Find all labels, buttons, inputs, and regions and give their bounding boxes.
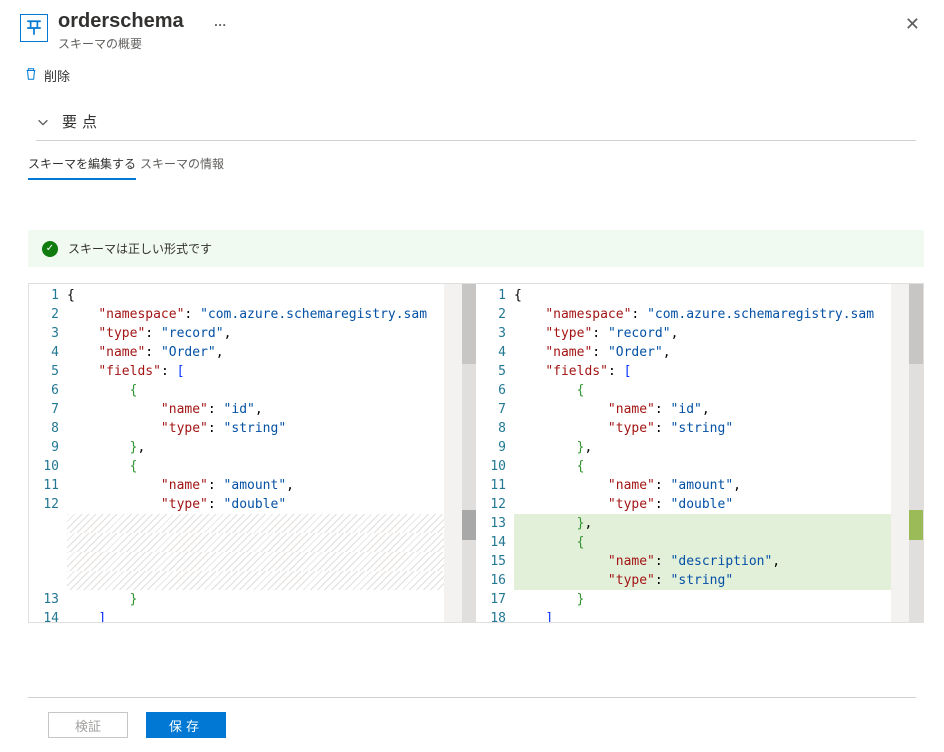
- validation-status: ✓ スキーマは正しい形式です: [28, 230, 924, 267]
- code-area[interactable]: { "namespace": "com.azure.schemaregistry…: [514, 284, 891, 622]
- line-gutter: 123456789101112131415161718: [476, 284, 514, 622]
- code-area[interactable]: { "namespace": "com.azure.schemaregistry…: [67, 284, 444, 622]
- minimap[interactable]: [444, 284, 462, 622]
- panel-subtitle: スキーマの概要: [58, 35, 901, 52]
- tab-edit-schema[interactable]: スキーマを編集する: [28, 149, 136, 180]
- section-header[interactable]: 要点: [36, 93, 916, 141]
- scrollbar-thumb[interactable]: [909, 284, 923, 364]
- footer-bar: 検証 保存: [28, 697, 916, 752]
- overview-ruler[interactable]: [909, 284, 923, 622]
- panel-title: orderschema …: [58, 10, 901, 33]
- line-gutter: 1234567891011121314: [29, 284, 67, 622]
- tab-schema-info[interactable]: スキーマの情報: [140, 149, 224, 180]
- success-icon: ✓: [42, 241, 58, 257]
- panel-header: orderschema … スキーマの概要 ✕: [0, 0, 944, 58]
- minimap[interactable]: [891, 284, 909, 622]
- tab-bar: スキーマを編集する スキーマの情報: [28, 149, 916, 180]
- trash-icon: [24, 67, 38, 84]
- overview-ruler[interactable]: [462, 284, 476, 622]
- validate-button[interactable]: 検証: [48, 712, 128, 738]
- delete-button[interactable]: 削除: [20, 62, 74, 89]
- chevron-down-icon: [36, 115, 50, 129]
- section-title: 要点: [62, 111, 102, 132]
- scrollbar-thumb[interactable]: [462, 284, 476, 364]
- diff-editor: 1234567891011121314{ "namespace": "com.a…: [28, 283, 924, 623]
- save-button[interactable]: 保存: [146, 712, 226, 738]
- schema-icon: [20, 14, 48, 42]
- command-bar: 削除: [0, 58, 944, 93]
- diff-left-pane[interactable]: 1234567891011121314{ "namespace": "com.a…: [29, 284, 476, 622]
- more-button[interactable]: …: [214, 14, 228, 29]
- schema-panel: orderschema … スキーマの概要 ✕ 削除 要点 スキーマを編集する …: [0, 0, 944, 752]
- diff-right-pane[interactable]: 123456789101112131415161718{ "namespace"…: [476, 284, 923, 622]
- close-icon[interactable]: ✕: [901, 10, 924, 39]
